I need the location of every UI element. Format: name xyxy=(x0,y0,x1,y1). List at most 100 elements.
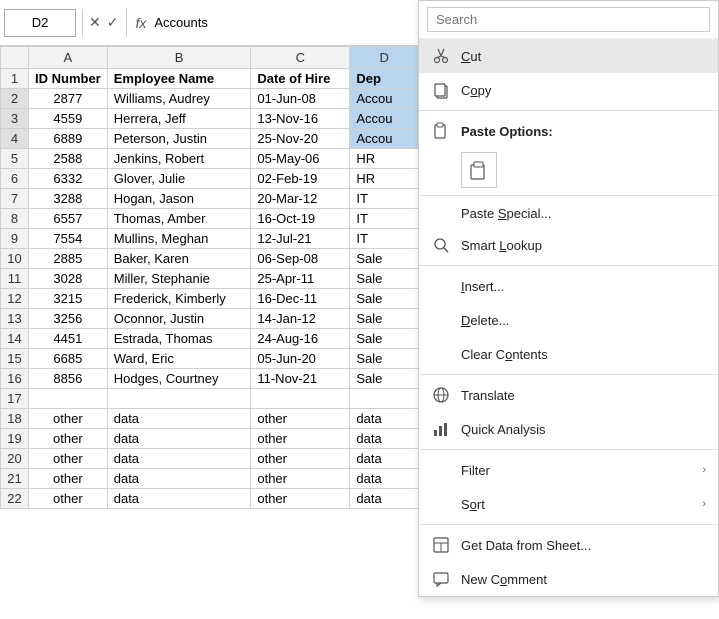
cell-d3[interactable]: Accou xyxy=(350,109,419,129)
cell-a5[interactable]: 2588 xyxy=(29,149,108,169)
row-header[interactable]: 15 xyxy=(1,349,29,369)
row-header[interactable]: 6 xyxy=(1,169,29,189)
cell-b5[interactable]: Jenkins, Robert xyxy=(107,149,251,169)
row-header[interactable]: 20 xyxy=(1,449,29,469)
cell-a13[interactable]: 3256 xyxy=(29,309,108,329)
cell-a1[interactable]: ID Number xyxy=(29,69,108,89)
cell-d9[interactable]: IT xyxy=(350,229,419,249)
cell-b16[interactable]: Hodges, Courtney xyxy=(107,369,251,389)
col-header-d[interactable]: D xyxy=(350,47,419,69)
cell-a15[interactable]: 6685 xyxy=(29,349,108,369)
cell-c9[interactable]: 12-Jul-21 xyxy=(251,229,350,249)
cell-a21[interactable]: other xyxy=(29,469,108,489)
cell-b10[interactable]: Baker, Karen xyxy=(107,249,251,269)
cell-c20[interactable]: other xyxy=(251,449,350,469)
cell-d13[interactable]: Sale xyxy=(350,309,419,329)
cell-a16[interactable]: 8856 xyxy=(29,369,108,389)
menu-item-paste-special[interactable]: Paste Special... xyxy=(419,199,718,228)
cell-c7[interactable]: 20-Mar-12 xyxy=(251,189,350,209)
cell-d14[interactable]: Sale xyxy=(350,329,419,349)
cell-a14[interactable]: 4451 xyxy=(29,329,108,349)
cell-d10[interactable]: Sale xyxy=(350,249,419,269)
row-header[interactable]: 21 xyxy=(1,469,29,489)
cell-b7[interactable]: Hogan, Jason xyxy=(107,189,251,209)
cell-d22[interactable]: data xyxy=(350,489,419,509)
confirm-icon[interactable]: ✓ xyxy=(107,14,119,31)
menu-item-delete[interactable]: Delete... xyxy=(419,303,718,337)
cell-c15[interactable]: 05-Jun-20 xyxy=(251,349,350,369)
row-header[interactable]: 2 xyxy=(1,89,29,109)
cell-c4[interactable]: 25-Nov-20 xyxy=(251,129,350,149)
cell-b19[interactable]: data xyxy=(107,429,251,449)
cell-d2[interactable]: Accou xyxy=(350,89,419,109)
cell-b8[interactable]: Thomas, Amber xyxy=(107,209,251,229)
cell-a22[interactable]: other xyxy=(29,489,108,509)
row-header[interactable]: 22 xyxy=(1,489,29,509)
menu-item-cut[interactable]: Cut xyxy=(419,39,718,73)
row-header[interactable]: 12 xyxy=(1,289,29,309)
cell-d11[interactable]: Sale xyxy=(350,269,419,289)
cell-c6[interactable]: 02-Feb-19 xyxy=(251,169,350,189)
menu-item-translate[interactable]: Translate xyxy=(419,378,718,412)
cell-b21[interactable]: data xyxy=(107,469,251,489)
cell-a7[interactable]: 3288 xyxy=(29,189,108,209)
menu-item-new-comment[interactable]: New Comment xyxy=(419,562,718,596)
row-header[interactable]: 7 xyxy=(1,189,29,209)
row-header[interactable]: 13 xyxy=(1,309,29,329)
cell-c17[interactable] xyxy=(251,389,350,409)
row-header[interactable]: 16 xyxy=(1,369,29,389)
menu-item-smart-lookup[interactable]: Smart Lookup xyxy=(419,228,718,262)
row-header[interactable]: 5 xyxy=(1,149,29,169)
row-header[interactable]: 14 xyxy=(1,329,29,349)
cell-c5[interactable]: 05-May-06 xyxy=(251,149,350,169)
cell-a4[interactable]: 6889 xyxy=(29,129,108,149)
cell-a12[interactable]: 3215 xyxy=(29,289,108,309)
cell-d18[interactable]: data xyxy=(350,409,419,429)
cell-b11[interactable]: Miller, Stephanie xyxy=(107,269,251,289)
cell-a2[interactable]: 2877 xyxy=(29,89,108,109)
row-header[interactable]: 11 xyxy=(1,269,29,289)
cell-d15[interactable]: Sale xyxy=(350,349,419,369)
cell-a11[interactable]: 3028 xyxy=(29,269,108,289)
cell-b22[interactable]: data xyxy=(107,489,251,509)
cell-a9[interactable]: 7554 xyxy=(29,229,108,249)
cell-b13[interactable]: Oconnor, Justin xyxy=(107,309,251,329)
cell-d4[interactable]: Accou xyxy=(350,129,419,149)
cell-d1[interactable]: Dep xyxy=(350,69,419,89)
cell-c10[interactable]: 06-Sep-08 xyxy=(251,249,350,269)
search-input[interactable] xyxy=(427,7,710,32)
cell-d5[interactable]: HR xyxy=(350,149,419,169)
cell-b14[interactable]: Estrada, Thomas xyxy=(107,329,251,349)
cell-a3[interactable]: 4559 xyxy=(29,109,108,129)
cell-b3[interactable]: Herrera, Jeff xyxy=(107,109,251,129)
menu-item-copy[interactable]: Copy xyxy=(419,73,718,107)
formula-content[interactable]: Accounts xyxy=(154,15,415,30)
cell-c14[interactable]: 24-Aug-16 xyxy=(251,329,350,349)
row-header[interactable]: 1 xyxy=(1,69,29,89)
cell-a17[interactable] xyxy=(29,389,108,409)
cell-d19[interactable]: data xyxy=(350,429,419,449)
cell-c22[interactable]: other xyxy=(251,489,350,509)
row-header[interactable]: 3 xyxy=(1,109,29,129)
cell-b18[interactable]: data xyxy=(107,409,251,429)
col-header-b[interactable]: B xyxy=(107,47,251,69)
cell-b15[interactable]: Ward, Eric xyxy=(107,349,251,369)
menu-item-quick-analysis[interactable]: Quick Analysis xyxy=(419,412,718,446)
menu-item-clear-contents[interactable]: Clear Contents xyxy=(419,337,718,371)
cell-d20[interactable]: data xyxy=(350,449,419,469)
cell-b6[interactable]: Glover, Julie xyxy=(107,169,251,189)
cell-b20[interactable]: data xyxy=(107,449,251,469)
cell-c11[interactable]: 25-Apr-11 xyxy=(251,269,350,289)
cell-c1[interactable]: Date of Hire xyxy=(251,69,350,89)
row-header[interactable]: 10 xyxy=(1,249,29,269)
cell-c19[interactable]: other xyxy=(251,429,350,449)
row-header[interactable]: 19 xyxy=(1,429,29,449)
cell-b17[interactable] xyxy=(107,389,251,409)
row-header[interactable]: 17 xyxy=(1,389,29,409)
row-header[interactable]: 8 xyxy=(1,209,29,229)
cell-c8[interactable]: 16-Oct-19 xyxy=(251,209,350,229)
row-header[interactable]: 4 xyxy=(1,129,29,149)
cancel-icon[interactable]: ✕ xyxy=(89,14,101,31)
cell-b2[interactable]: Williams, Audrey xyxy=(107,89,251,109)
cell-a19[interactable]: other xyxy=(29,429,108,449)
